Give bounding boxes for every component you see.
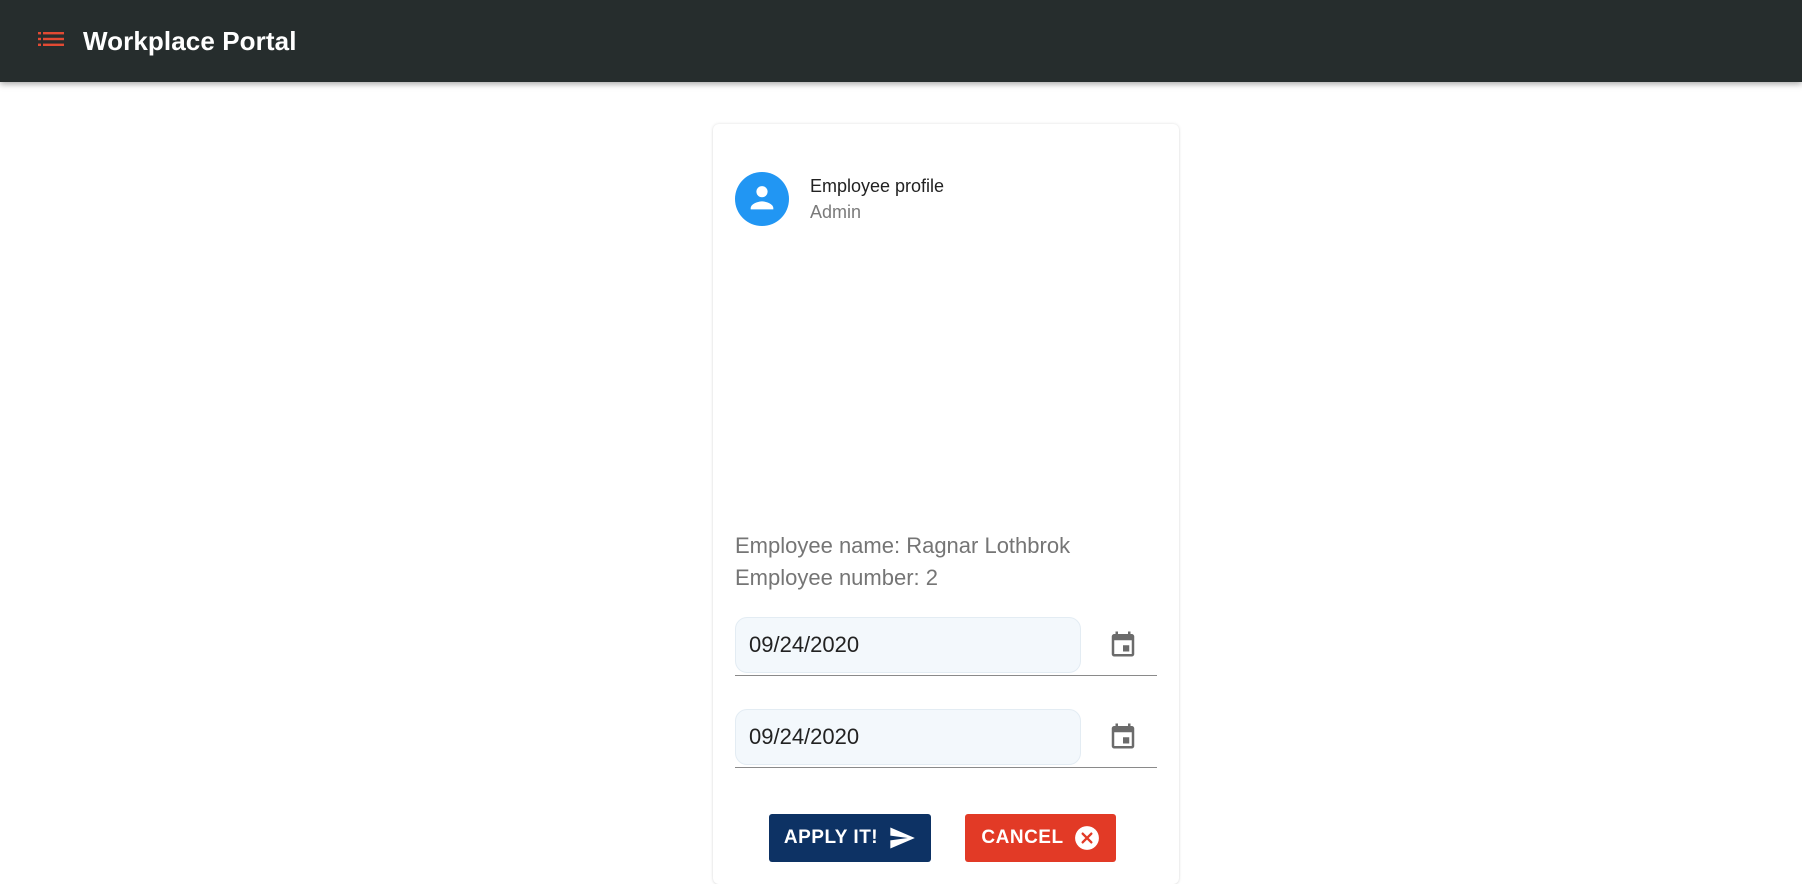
profile-text: Employee profile Admin bbox=[810, 173, 944, 225]
list-icon bbox=[38, 30, 64, 53]
employee-profile-card: Employee profile Admin Employee name: Ra… bbox=[713, 124, 1179, 884]
cancel-circle-icon bbox=[1074, 825, 1100, 851]
profile-title: Employee profile bbox=[810, 176, 945, 196]
cancel-button[interactable]: CANCEL bbox=[965, 814, 1116, 862]
end-date-picker-button[interactable] bbox=[1106, 721, 1140, 755]
send-icon bbox=[888, 824, 916, 852]
person-icon bbox=[746, 181, 778, 218]
start-date-picker-button[interactable] bbox=[1106, 629, 1140, 663]
employee-number: Employee number: 2 bbox=[735, 565, 938, 590]
end-date-input[interactable] bbox=[735, 709, 1081, 765]
app-title: Workplace Portal bbox=[83, 25, 297, 56]
profile-header: Employee profile Admin bbox=[735, 172, 944, 226]
end-date-field bbox=[735, 709, 1157, 768]
avatar bbox=[735, 172, 789, 226]
profile-role: Admin bbox=[810, 202, 862, 222]
cancel-button-label: CANCEL bbox=[981, 827, 1064, 848]
menu-button[interactable] bbox=[30, 20, 72, 62]
employee-name: Employee name: Ragnar Lothbrok bbox=[735, 533, 1071, 558]
start-date-input[interactable] bbox=[735, 617, 1081, 673]
calendar-icon bbox=[1108, 721, 1138, 756]
calendar-icon bbox=[1108, 629, 1138, 664]
start-date-field bbox=[735, 617, 1157, 676]
apply-button[interactable]: APPLY IT! bbox=[769, 814, 931, 862]
employee-info: Employee name: Ragnar Lothbrok Employee … bbox=[735, 530, 1070, 594]
app-bar: Workplace Portal bbox=[0, 0, 1802, 82]
apply-button-label: APPLY IT! bbox=[783, 827, 879, 848]
